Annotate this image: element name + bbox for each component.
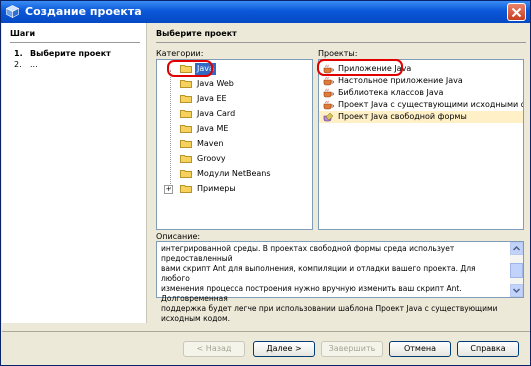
- highlight-java-application: [317, 59, 403, 76]
- close-button[interactable]: [507, 3, 526, 21]
- step-item-1: 1. Выберите проект: [14, 49, 111, 58]
- heading-divider: [156, 42, 526, 43]
- java-cup-icon: [323, 76, 334, 86]
- netbeans-cube-icon: [6, 5, 19, 18]
- page-heading: Выберите проект: [156, 29, 237, 38]
- highlight-java-category: [167, 60, 213, 77]
- steps-divider: [10, 42, 140, 43]
- project-item-existing-sources[interactable]: Проект Java с существующими исходными фа…: [319, 99, 523, 111]
- categories-tree[interactable]: Java Java Web Java EE Java Card Java ME …: [156, 59, 313, 230]
- title-bar[interactable]: Создание проекта: [1, 1, 530, 23]
- freeform-icon: [323, 112, 334, 122]
- project-item-freeform[interactable]: Проект Java свободной формы: [319, 111, 523, 123]
- folder-icon: [180, 155, 192, 163]
- folder-icon: [180, 140, 192, 148]
- project-item-class-library[interactable]: Библиотека классов Java: [319, 87, 523, 99]
- button-bar-divider: [2, 331, 530, 332]
- java-cup-icon: [323, 100, 334, 110]
- tree-connector: [170, 70, 171, 188]
- steps-panel: Шаги 1. Выберите проект 2....: [2, 23, 147, 323]
- project-item-desktop-application[interactable]: Настольное приложение Java: [319, 75, 523, 87]
- folder-icon: [180, 80, 192, 88]
- step-item-2: 2....: [14, 60, 38, 69]
- close-icon: [511, 7, 522, 18]
- arrow-up-icon: [512, 245, 521, 251]
- back-button[interactable]: < Назад: [183, 341, 245, 357]
- cancel-button[interactable]: Отмена: [389, 341, 451, 357]
- arrow-down-icon: [512, 288, 521, 294]
- folder-icon: [180, 95, 192, 103]
- folder-icon: [180, 170, 192, 178]
- categories-label: Категории:: [156, 49, 204, 58]
- folder-icon: [180, 110, 192, 118]
- window-title: Создание проекта: [25, 5, 142, 18]
- description-area[interactable]: интегрированной среды. В проектах свобод…: [156, 241, 524, 323]
- description-text: интегрированной среды. В проектах свобод…: [161, 244, 498, 323]
- java-cup-icon: [323, 88, 334, 98]
- projects-label: Проекты:: [318, 49, 358, 58]
- finish-button[interactable]: Завершить: [321, 341, 383, 357]
- description-scrollbar[interactable]: [510, 242, 523, 297]
- scroll-down-button[interactable]: [510, 284, 523, 297]
- expand-plus-icon[interactable]: +: [164, 185, 173, 194]
- folder-icon: [180, 125, 192, 133]
- projects-list[interactable]: Приложение Java Настольное приложение Ja…: [318, 59, 524, 230]
- help-button[interactable]: Справка: [457, 341, 519, 357]
- description-label: Описание:: [156, 232, 201, 241]
- scroll-up-button[interactable]: [510, 242, 523, 255]
- steps-heading: Шаги: [10, 29, 36, 38]
- new-project-dialog: Создание проекта Шаги 1. Выберите проект …: [0, 0, 531, 366]
- scroll-thumb[interactable]: [510, 263, 523, 278]
- next-button[interactable]: Далее >: [253, 341, 315, 357]
- folder-icon: [180, 185, 192, 193]
